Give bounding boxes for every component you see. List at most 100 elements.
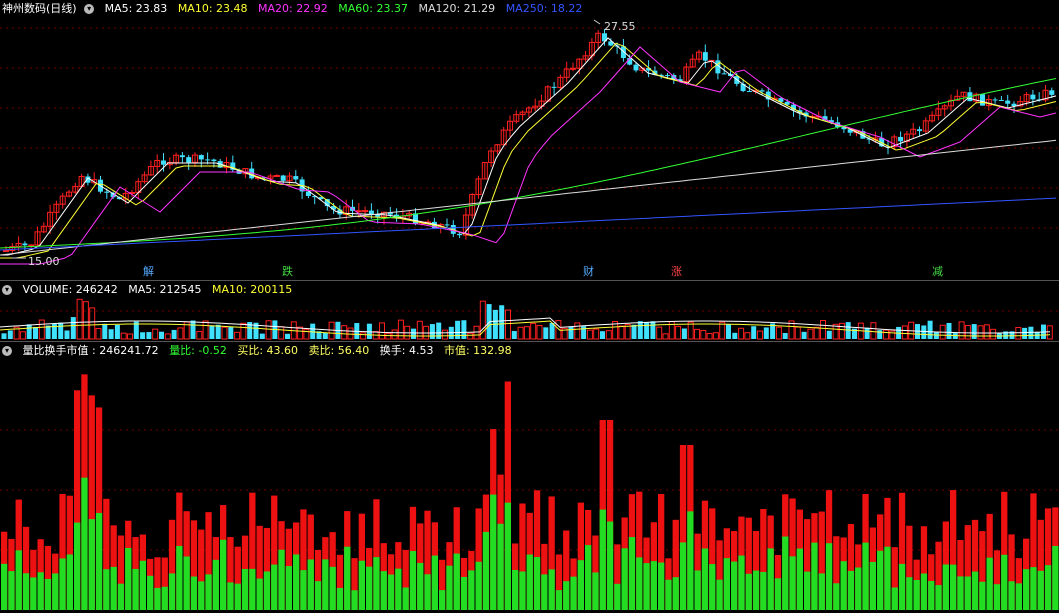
- volume-bar: [971, 324, 977, 339]
- ma20-label: MA20: 22.92: [258, 2, 328, 15]
- volume-bar: [549, 322, 555, 339]
- candle-body: [721, 73, 727, 75]
- ratio-green-bar: [884, 546, 891, 610]
- ma250-label: MA250: 18.22: [505, 2, 583, 15]
- volume-bar: [26, 324, 32, 339]
- ratio-green-bar: [183, 556, 190, 610]
- ratio-green-bar: [227, 582, 234, 610]
- volume-bar: [82, 301, 89, 340]
- volume-bar: [581, 326, 587, 339]
- volume-bar: [310, 323, 316, 339]
- stock-title: 神州数码(日线): [2, 2, 77, 15]
- ratio-green-bar: [37, 572, 44, 610]
- candle-body: [998, 99, 1004, 101]
- ratio-green-bar: [738, 555, 745, 610]
- ratio-green-bar: [993, 584, 1001, 610]
- volume-bar: [473, 325, 480, 340]
- ratio-green-bar: [585, 545, 592, 610]
- ratio-panel[interactable]: ▾ 量比换手市值 : 246241.72 量比: -0.52 买比: 43.60…: [0, 342, 1059, 613]
- candle-body: [3, 250, 9, 253]
- volume-bar: [215, 324, 221, 339]
- ratio-green-bar: [366, 566, 373, 610]
- price-chart[interactable]: [0, 0, 1059, 280]
- ratio-green-bar: [395, 568, 402, 610]
- price-panel[interactable]: 神州数码(日线) ▾ MA5: 23.83 MA10: 23.48 MA20: …: [0, 0, 1059, 280]
- candle-body: [28, 244, 35, 247]
- ratio-green-bar: [628, 537, 636, 610]
- ratio-green-bar: [672, 577, 679, 610]
- collapse-toggle-icon[interactable]: ▾: [2, 346, 12, 356]
- ratio-green-bar: [942, 564, 949, 610]
- volume-bar: [297, 326, 304, 340]
- volume-value: VOLUME: 246242: [22, 283, 118, 296]
- ratio-green-bar: [132, 568, 139, 610]
- volume-bar: [901, 325, 908, 340]
- ratio-green-bar: [497, 523, 504, 610]
- ratio-green-bar: [1037, 570, 1044, 610]
- volume-bar: [221, 326, 228, 340]
- ratio-green-bar: [168, 573, 176, 610]
- ratio-green-bar: [103, 569, 110, 610]
- ratio-chart[interactable]: [0, 342, 1059, 613]
- volume-bar: [146, 332, 152, 339]
- ratio-green-bar: [110, 566, 117, 610]
- collapse-toggle-icon[interactable]: ▾: [84, 4, 95, 14]
- candle-body: [898, 136, 904, 142]
- volume-bar: [164, 333, 171, 340]
- collapse-toggle-icon[interactable]: ▾: [2, 285, 12, 295]
- ratio-green-bar: [504, 502, 511, 610]
- ratio-green-bar: [307, 559, 314, 610]
- volume-bar: [202, 320, 209, 340]
- candle-body: [457, 233, 463, 236]
- event-marker-cai[interactable]: 财: [583, 263, 594, 279]
- ratio-green-bar: [898, 563, 906, 610]
- ratio-green-bar: [847, 570, 855, 610]
- liangbi-value: 量比: -0.52: [169, 344, 227, 357]
- volume-panel[interactable]: ▾ VOLUME: 246242 MA5: 212545 MA10: 20011…: [0, 281, 1059, 341]
- volume-bar: [45, 325, 51, 339]
- candle-body: [205, 159, 211, 161]
- ratio-green-bar: [950, 564, 957, 610]
- volume-bar: [732, 332, 738, 339]
- event-marker-zhang[interactable]: 涨: [671, 263, 682, 279]
- volume-bar: [1, 333, 7, 339]
- ratio-green-bar: [694, 570, 701, 610]
- event-marker-jie[interactable]: 解: [143, 263, 154, 279]
- ratio-green-bar: [453, 553, 460, 610]
- volume-bar: [33, 327, 38, 339]
- ratio-green-bar: [877, 550, 884, 610]
- ratio-green-bar: [176, 545, 183, 610]
- volume-ma5: MA5: 212545: [128, 283, 202, 296]
- candle-body: [186, 157, 192, 163]
- volume-bar: [631, 324, 637, 339]
- maibi2-value: 卖比: 56.40: [308, 344, 370, 357]
- ratio-green-bar: [468, 570, 475, 610]
- volume-bar: [706, 333, 713, 340]
- ratio-green-bar: [869, 561, 876, 610]
- ratio-green-bar: [59, 558, 66, 610]
- ratio-green-bar: [387, 574, 395, 610]
- ratio-green-bar: [577, 560, 584, 610]
- volume-bar: [140, 332, 146, 339]
- event-marker-die[interactable]: 跌: [282, 263, 293, 279]
- ratio-green-bar: [818, 573, 825, 610]
- ma120-label: MA120: 21.29: [418, 2, 496, 15]
- candle-body: [104, 191, 110, 193]
- maibi-value: 买比: 43.60: [237, 344, 299, 357]
- candle-body: [702, 52, 708, 61]
- ratio-green-bar: [8, 571, 15, 610]
- ratio-green-bar: [147, 575, 154, 610]
- low-price-label: 15.00: [28, 255, 60, 268]
- ratio-green-bar: [220, 539, 227, 610]
- event-marker-jian[interactable]: 减: [932, 263, 943, 279]
- volume-bar: [70, 317, 76, 339]
- candle-body: [570, 67, 576, 70]
- ratio-title: 量比换手市值 : 246241.72: [22, 344, 159, 357]
- ratio-green-bar: [351, 590, 358, 610]
- ratio-green-bar: [658, 562, 665, 610]
- ratio-green-bar: [117, 583, 125, 610]
- ratio-green-bar: [760, 571, 767, 610]
- candle-body: [22, 243, 28, 246]
- ma250-line: [0, 197, 1057, 251]
- volume-bar: [694, 328, 700, 340]
